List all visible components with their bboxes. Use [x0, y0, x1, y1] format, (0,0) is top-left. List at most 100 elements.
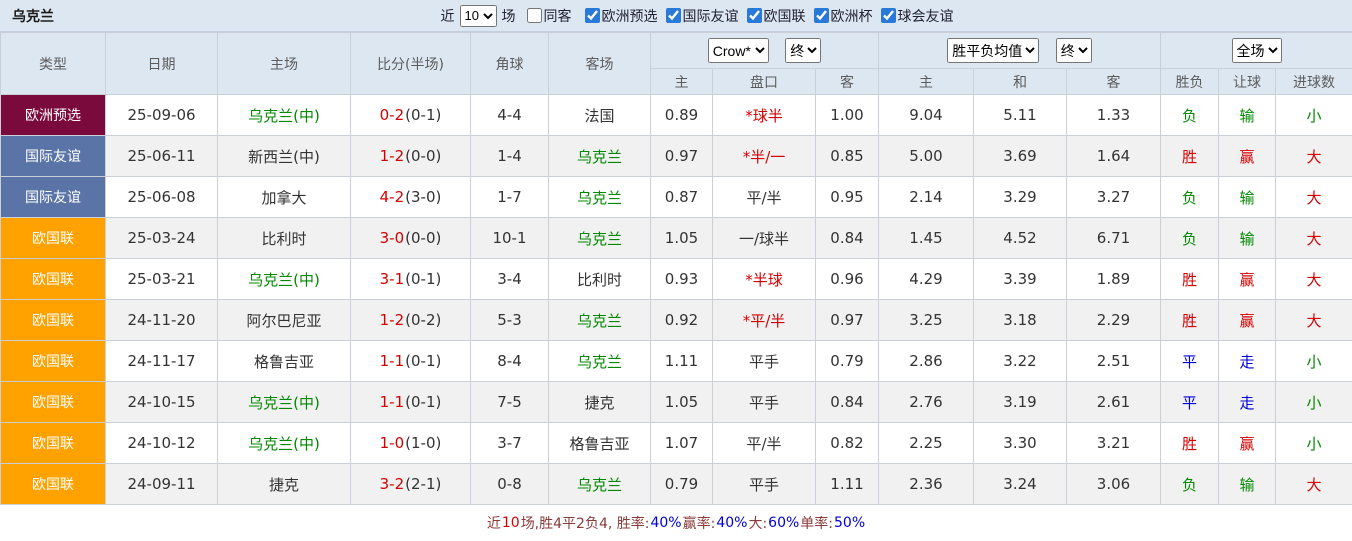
result-handicap: 赢 — [1219, 136, 1276, 177]
type-badge: 欧国联 — [1, 341, 106, 382]
league-label: 欧国联 — [764, 6, 806, 26]
same-away-checkbox[interactable] — [527, 8, 542, 23]
league-filter-0[interactable]: 欧洲预选 — [585, 6, 658, 26]
away-team-cell: 乌克兰 — [549, 136, 651, 177]
result-winloss: 负 — [1161, 464, 1219, 505]
result-goals: 小 — [1276, 423, 1352, 464]
away-team-cell: 乌克兰 — [549, 300, 651, 341]
date-cell: 25-06-11 — [106, 136, 218, 177]
match-row: 欧国联24-10-15乌克兰(中)1-1(0-1)7-5捷克1.05平手0.84… — [1, 382, 1352, 423]
corner-cell: 7-5 — [471, 382, 549, 423]
match-row: 欧国联24-11-20阿尔巴尼亚1-2(0-2)5-3乌克兰0.92*平/半0.… — [1, 300, 1352, 341]
result-goals: 大 — [1276, 136, 1352, 177]
score-cell: 1-0(1-0) — [351, 423, 471, 464]
col-header-europe-home: 主 — [879, 69, 974, 95]
summary-segment: 40% — [716, 515, 747, 531]
halftime-score: (0-1) — [405, 106, 441, 124]
europe-odds-select[interactable]: 胜平负均值 — [947, 38, 1039, 63]
asia-away-odds: 0.85 — [816, 136, 879, 177]
europe-away-odds: 3.06 — [1067, 464, 1161, 505]
result-handicap: 赢 — [1219, 259, 1276, 300]
home-team-cell: 捷克 — [218, 464, 351, 505]
col-header-away: 客场 — [549, 33, 651, 95]
league-filter-3[interactable]: 欧洲杯 — [814, 6, 873, 26]
corner-cell: 1-7 — [471, 177, 549, 218]
score-cell: 1-1(0-1) — [351, 382, 471, 423]
asia-home-odds: 1.11 — [651, 341, 713, 382]
asia-odds-group-header: Crow* 终 — [651, 33, 879, 69]
europe-draw-odds: 5.11 — [974, 95, 1067, 136]
home-team-cell: 加拿大 — [218, 177, 351, 218]
result-goals: 小 — [1276, 341, 1352, 382]
asia-home-odds: 0.92 — [651, 300, 713, 341]
league-checkbox[interactable] — [666, 8, 681, 23]
score-cell: 3-2(2-1) — [351, 464, 471, 505]
score-cell: 3-0(0-0) — [351, 218, 471, 259]
home-team-cell: 比利时 — [218, 218, 351, 259]
date-cell: 24-10-15 — [106, 382, 218, 423]
halftime-score: (0-2) — [405, 311, 441, 329]
league-checkbox[interactable] — [814, 8, 829, 23]
asia-home-odds: 1.07 — [651, 423, 713, 464]
league-filter-2[interactable]: 欧国联 — [747, 6, 806, 26]
date-cell: 24-10-12 — [106, 423, 218, 464]
result-goals: 小 — [1276, 95, 1352, 136]
europe-away-odds: 2.51 — [1067, 341, 1161, 382]
asia-away-odds: 1.11 — [816, 464, 879, 505]
europe-draw-odds: 3.18 — [974, 300, 1067, 341]
type-badge: 欧国联 — [1, 259, 106, 300]
europe-away-odds: 2.61 — [1067, 382, 1161, 423]
score-cell: 0-2(0-1) — [351, 95, 471, 136]
corner-cell: 0-8 — [471, 464, 549, 505]
europe-home-odds: 5.00 — [879, 136, 974, 177]
asia-odds-time-select[interactable]: 终 — [785, 38, 821, 63]
result-winloss: 负 — [1161, 218, 1219, 259]
result-winloss: 负 — [1161, 95, 1219, 136]
recent-count-select[interactable]: 10 — [460, 5, 497, 27]
asia-handicap: 平手 — [713, 341, 816, 382]
league-checkbox[interactable] — [747, 8, 762, 23]
league-filter-4[interactable]: 球会友谊 — [881, 6, 954, 26]
games-label: 场 — [502, 6, 516, 26]
result-winloss: 平 — [1161, 341, 1219, 382]
europe-draw-odds: 3.30 — [974, 423, 1067, 464]
result-goals: 小 — [1276, 382, 1352, 423]
col-header-result-winloss: 胜负 — [1161, 69, 1219, 95]
topbar: 乌克兰 近 10 场 同客 欧洲预选国际友谊欧国联欧洲杯球会友谊 — [0, 0, 1352, 32]
asia-home-odds: 0.89 — [651, 95, 713, 136]
col-header-type: 类型 — [1, 33, 106, 95]
col-header-result-handicap: 让球 — [1219, 69, 1276, 95]
result-goals: 大 — [1276, 177, 1352, 218]
col-header-result-goals: 进球数 — [1276, 69, 1352, 95]
result-handicap: 走 — [1219, 341, 1276, 382]
europe-odds-time-select[interactable]: 终 — [1056, 38, 1092, 63]
result-winloss: 胜 — [1161, 259, 1219, 300]
result-handicap: 赢 — [1219, 423, 1276, 464]
away-team-cell: 乌克兰 — [549, 177, 651, 218]
home-team-cell: 乌克兰(中) — [218, 382, 351, 423]
type-badge: 欧国联 — [1, 423, 106, 464]
same-away-option[interactable]: 同客 — [527, 6, 572, 26]
league-checkbox[interactable] — [585, 8, 600, 23]
corner-cell: 3-4 — [471, 259, 549, 300]
away-team-cell: 乌克兰 — [549, 341, 651, 382]
away-team-cell: 法国 — [549, 95, 651, 136]
league-label: 欧洲杯 — [831, 6, 873, 26]
asia-handicap: 平/半 — [713, 423, 816, 464]
home-team-cell: 新西兰(中) — [218, 136, 351, 177]
corner-cell: 8-4 — [471, 341, 549, 382]
odds-company-select[interactable]: Crow* — [708, 38, 769, 63]
league-label: 欧洲预选 — [602, 6, 658, 26]
europe-home-odds: 2.14 — [879, 177, 974, 218]
scope-select[interactable]: 全场 — [1232, 38, 1282, 63]
asia-home-odds: 1.05 — [651, 382, 713, 423]
europe-draw-odds: 3.69 — [974, 136, 1067, 177]
summary-segment: 10 — [502, 515, 520, 531]
league-checkbox[interactable] — [881, 8, 896, 23]
league-filter-1[interactable]: 国际友谊 — [666, 6, 739, 26]
fulltime-score: 1-2 — [380, 147, 405, 165]
league-filter-group: 欧洲预选国际友谊 欧国联 欧洲杯球会友谊 — [577, 6, 954, 26]
date-cell: 25-09-06 — [106, 95, 218, 136]
col-header-date: 日期 — [106, 33, 218, 95]
type-badge: 国际友谊 — [1, 177, 106, 218]
